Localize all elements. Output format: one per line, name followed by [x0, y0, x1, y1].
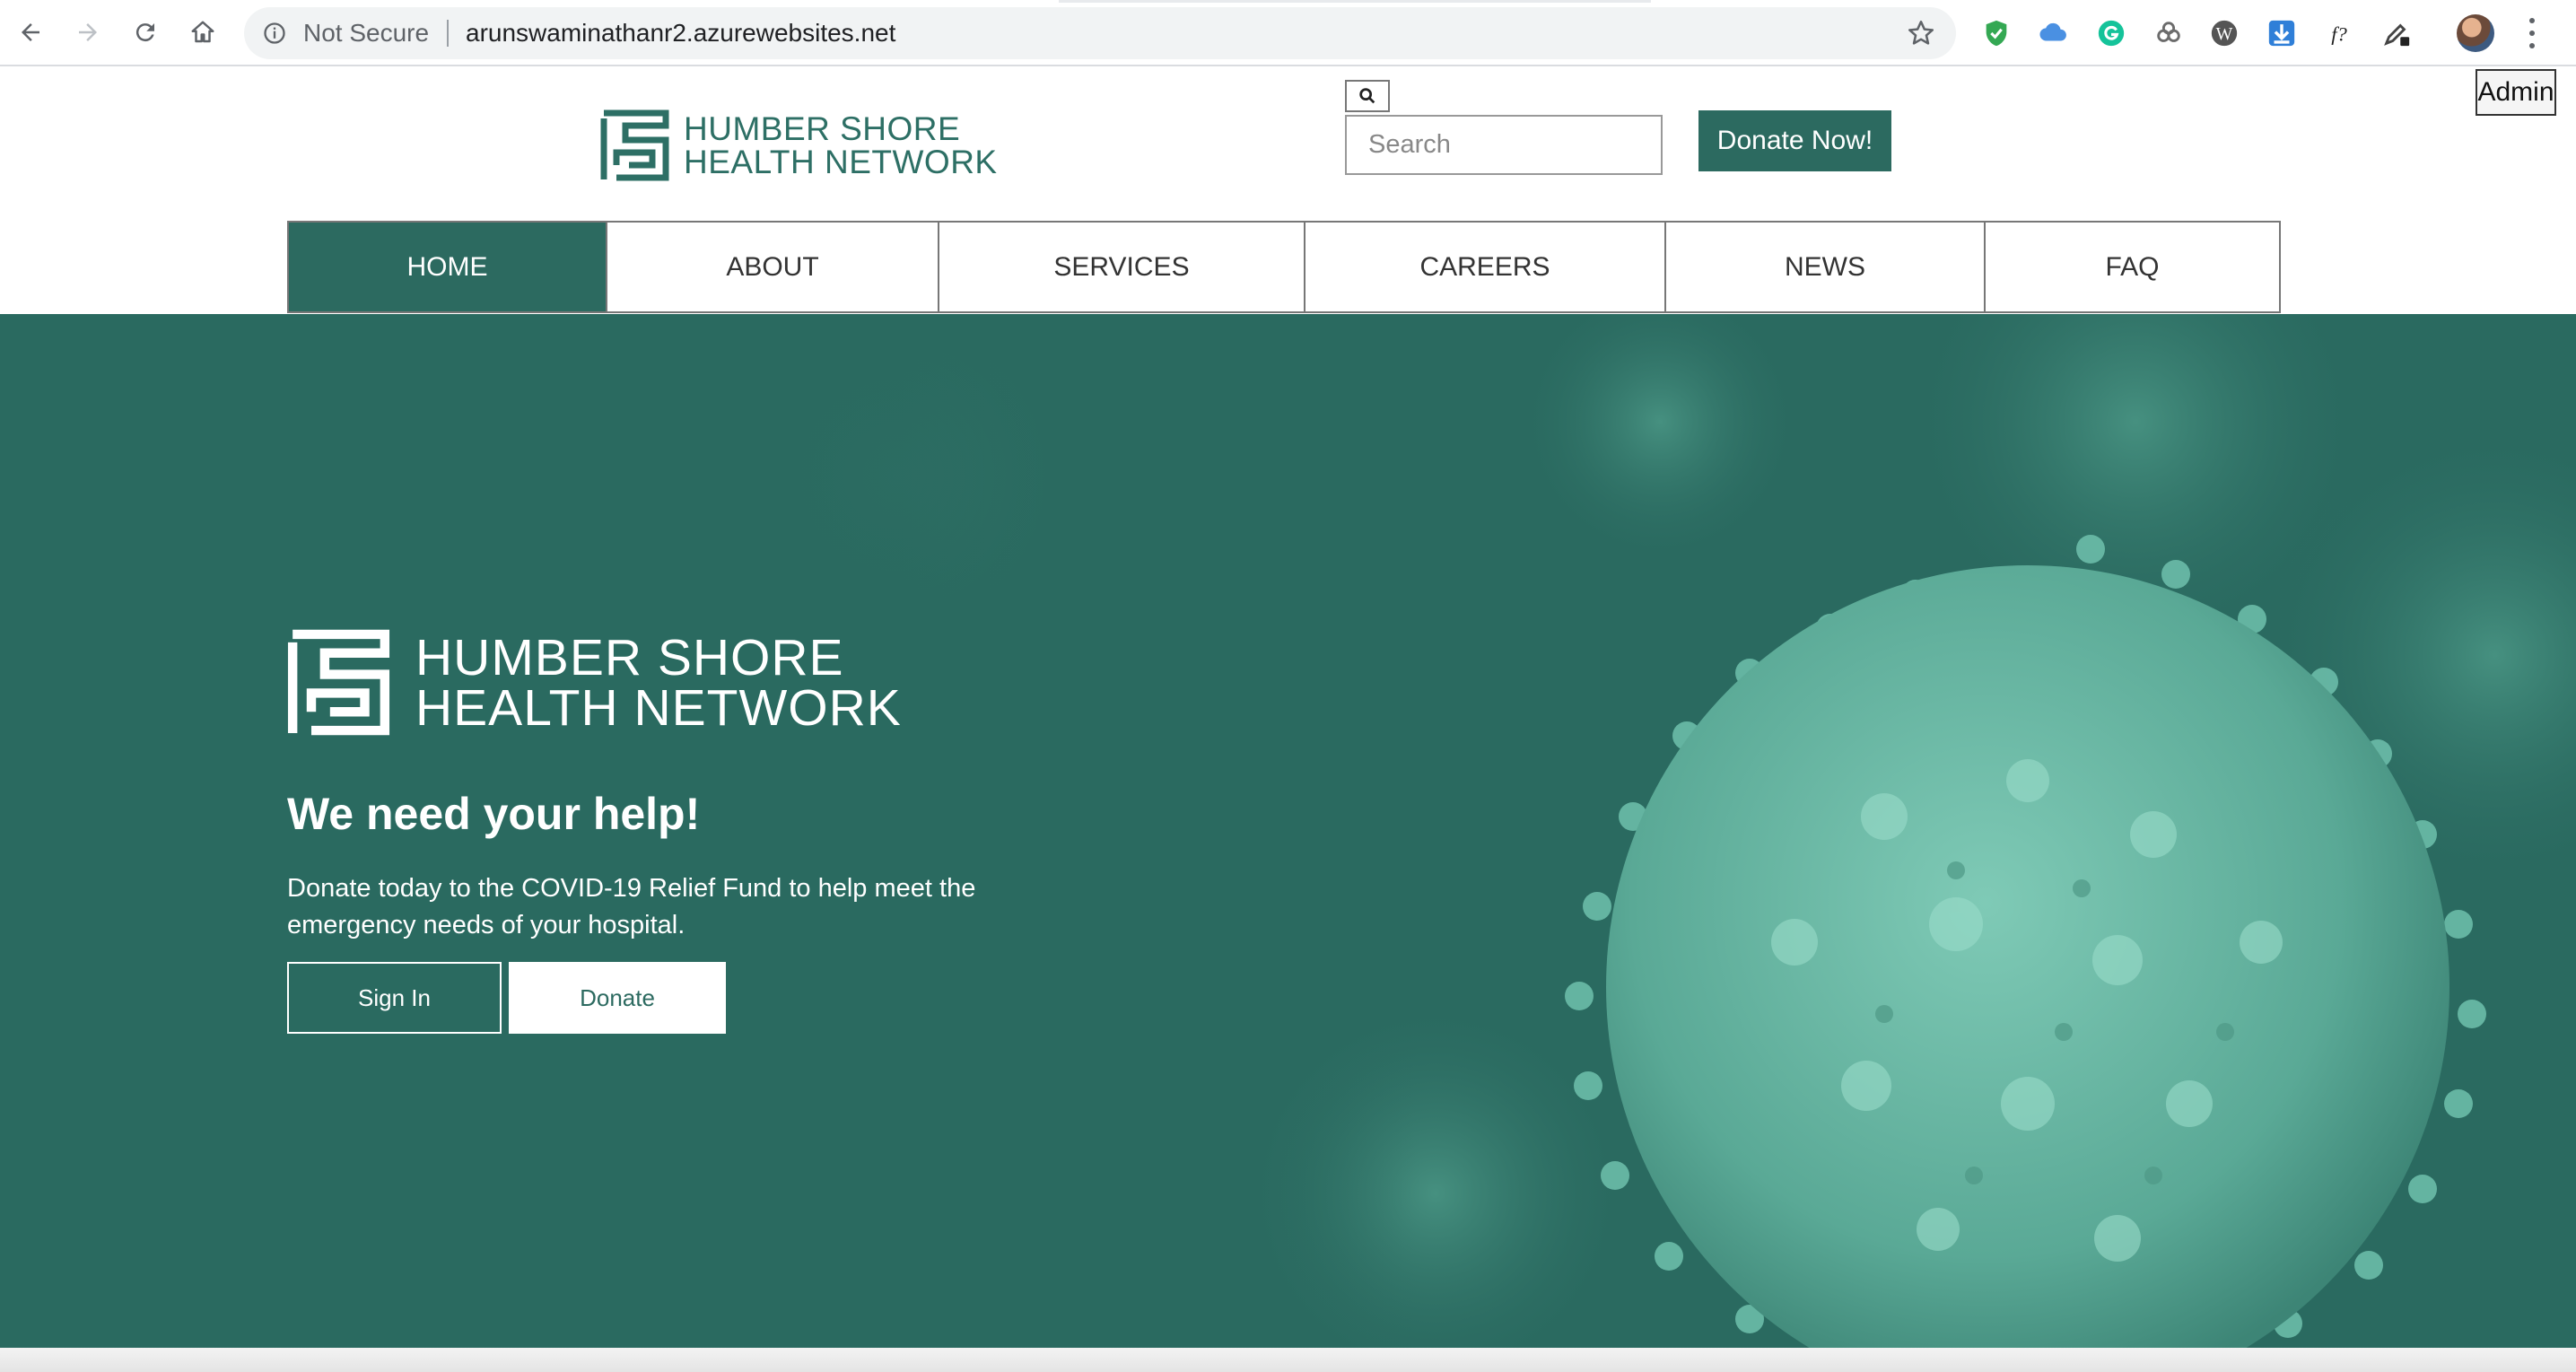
main-nav: HOME ABOUT SERVICES CAREERS NEWS FAQ: [287, 221, 2281, 313]
hero-logo-line1: HUMBER SHORE: [415, 628, 844, 686]
download-icon: [2268, 20, 2295, 47]
wordpress-extension[interactable]: W: [2207, 16, 2241, 50]
home-button[interactable]: [185, 14, 221, 50]
url-text[interactable]: arunswaminathanr2.azurewebsites.net: [466, 19, 895, 48]
forward-arrow-icon: [79, 23, 97, 41]
search-button[interactable]: [1345, 80, 1390, 112]
address-separator: [447, 20, 449, 47]
home-icon: [191, 21, 214, 43]
svg-text:W: W: [2216, 24, 2233, 44]
reload-icon: [135, 23, 154, 42]
security-status[interactable]: Not Secure: [303, 19, 429, 48]
download-extension[interactable]: [2265, 16, 2299, 50]
grammarly-icon: [2098, 20, 2125, 47]
back-arrow-icon: [22, 23, 39, 41]
logo-mark-icon: [600, 109, 669, 181]
profile-avatar[interactable]: [2457, 14, 2494, 52]
hero-logo-mark-icon: [287, 629, 390, 736]
search-icon: [1359, 88, 1375, 104]
nav-news[interactable]: NEWS: [1666, 223, 1986, 311]
address-bar[interactable]: Not Secure arunswaminathanr2.azurewebsit…: [244, 7, 1956, 59]
header-logo[interactable]: HUMBER SHORE HEALTH NETWORK: [600, 108, 998, 183]
font-extension[interactable]: f?: [2322, 16, 2356, 50]
header-logo-line2: HEALTH NETWORK: [684, 144, 998, 180]
hero-logo-text: HUMBER SHORE HEALTH NETWORK: [415, 628, 902, 737]
wordpress-icon: W: [2211, 20, 2238, 47]
page-bottom-strip: [0, 1348, 2576, 1372]
bookmark-star-icon[interactable]: [1906, 18, 1936, 48]
hero-logo-line2: HEALTH NETWORK: [415, 678, 902, 737]
reload-button[interactable]: [127, 14, 163, 50]
eyedropper-icon: [2384, 23, 2410, 47]
nav-services[interactable]: SERVICES: [939, 223, 1305, 311]
sign-in-button[interactable]: Sign In: [287, 962, 502, 1034]
browser-menu-icon[interactable]: [2523, 14, 2541, 52]
hero-banner: HUMBER SHORE HEALTH NETWORK We need your…: [0, 314, 2576, 1348]
admin-tooltip: Admin: [2476, 69, 2556, 116]
svg-text:f?: f?: [2331, 23, 2347, 46]
donate-button[interactable]: Donate: [509, 962, 726, 1034]
hero-body-text: Donate today to the COVID-19 Relief Fund…: [287, 874, 976, 939]
back-button[interactable]: [13, 14, 48, 50]
hero-logo: HUMBER SHORE HEALTH NETWORK: [287, 626, 902, 738]
nav-faq[interactable]: FAQ: [1986, 223, 2279, 311]
nav-careers[interactable]: CAREERS: [1305, 223, 1666, 311]
cloud-extension[interactable]: [2036, 16, 2070, 50]
link-extension[interactable]: [2152, 16, 2186, 50]
hero-heading: We need your help!: [287, 789, 701, 839]
nav-about[interactable]: ABOUT: [607, 223, 939, 311]
link-icon: [2157, 22, 2180, 42]
nav-home[interactable]: HOME: [289, 223, 607, 311]
eyedropper-extension[interactable]: [2380, 16, 2414, 50]
grammarly-extension[interactable]: [2094, 16, 2128, 50]
cloud-icon: [2039, 22, 2066, 41]
search-input[interactable]: [1345, 115, 1663, 175]
forward-button[interactable]: [70, 14, 106, 50]
font-icon: f?: [2331, 23, 2347, 46]
header-logo-text: HUMBER SHORE HEALTH NETWORK: [684, 112, 998, 179]
header-logo-line1: HUMBER SHORE: [684, 110, 961, 147]
donate-now-button[interactable]: Donate Now!: [1698, 110, 1891, 171]
browser-toolbar: Not Secure arunswaminathanr2.azurewebsit…: [0, 0, 2576, 66]
shield-extension[interactable]: [1979, 16, 2013, 50]
info-icon[interactable]: [262, 21, 287, 46]
shield-icon: [1986, 20, 2007, 47]
loading-bar: [1059, 0, 1651, 3]
